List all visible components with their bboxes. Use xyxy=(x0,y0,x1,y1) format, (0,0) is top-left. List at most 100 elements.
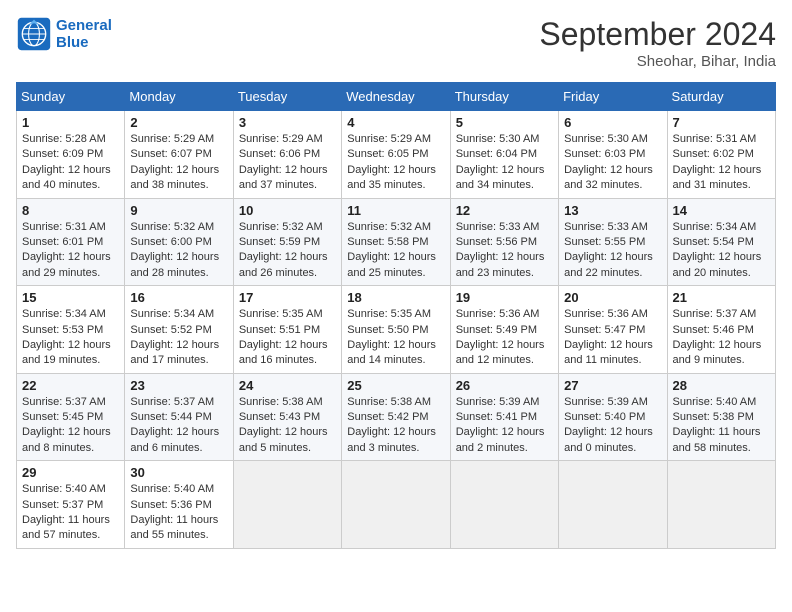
day-info: Sunrise: 5:37 AM Sunset: 5:44 PM Dayligh… xyxy=(130,395,227,457)
table-row: 24 Sunrise: 5:38 AM Sunset: 5:43 PM Dayli… xyxy=(233,373,341,461)
calendar-header-row: Sunday Monday Tuesday Wednesday Thursday… xyxy=(17,83,776,111)
table-row: 1Sunrise: 5:28 AM Sunset: 6:09 PM Daylig… xyxy=(17,111,125,199)
day-number: 15 xyxy=(22,290,119,305)
day-info: Sunrise: 5:29 AM Sunset: 6:05 PM Dayligh… xyxy=(347,132,444,194)
table-row xyxy=(342,461,450,549)
col-friday: Friday xyxy=(559,83,667,111)
table-row: 8 Sunrise: 5:31 AM Sunset: 6:01 PM Daylig… xyxy=(17,198,125,286)
day-number: 3 xyxy=(239,115,336,130)
col-sunday: Sunday xyxy=(17,83,125,111)
day-info: Sunrise: 5:32 AM Sunset: 5:58 PM Dayligh… xyxy=(347,220,444,282)
day-number: 24 xyxy=(239,378,336,393)
day-info: Sunrise: 5:31 AM Sunset: 6:02 PM Dayligh… xyxy=(673,132,770,194)
day-number: 14 xyxy=(673,203,770,218)
day-number: 5 xyxy=(456,115,553,130)
day-info: Sunrise: 5:38 AM Sunset: 5:42 PM Dayligh… xyxy=(347,395,444,457)
table-row xyxy=(450,461,558,549)
day-info: Sunrise: 5:33 AM Sunset: 5:56 PM Dayligh… xyxy=(456,220,553,282)
table-row: 6 Sunrise: 5:30 AM Sunset: 6:03 PM Daylig… xyxy=(559,111,667,199)
day-number: 21 xyxy=(673,290,770,305)
table-row xyxy=(559,461,667,549)
logo-icon xyxy=(16,16,52,52)
day-number: 18 xyxy=(347,290,444,305)
day-info: Sunrise: 5:40 AM Sunset: 5:38 PM Dayligh… xyxy=(673,395,770,457)
day-info: Sunrise: 5:31 AM Sunset: 6:01 PM Dayligh… xyxy=(22,220,119,282)
page-header: General Blue September 2024 Sheohar, Bih… xyxy=(16,16,776,70)
calendar-table: Sunday Monday Tuesday Wednesday Thursday… xyxy=(16,82,776,549)
day-number: 9 xyxy=(130,203,227,218)
location-subtitle: Sheohar, Bihar, India xyxy=(539,53,776,70)
table-row: 23 Sunrise: 5:37 AM Sunset: 5:44 PM Dayli… xyxy=(125,373,233,461)
table-row: 28 Sunrise: 5:40 AM Sunset: 5:38 PM Dayli… xyxy=(667,373,775,461)
day-info: Sunrise: 5:34 AM Sunset: 5:53 PM Dayligh… xyxy=(22,307,119,369)
day-number: 23 xyxy=(130,378,227,393)
col-saturday: Saturday xyxy=(667,83,775,111)
table-row: 4 Sunrise: 5:29 AM Sunset: 6:05 PM Daylig… xyxy=(342,111,450,199)
table-row: 3 Sunrise: 5:29 AM Sunset: 6:06 PM Daylig… xyxy=(233,111,341,199)
calendar-week-row: 22Sunrise: 5:37 AM Sunset: 5:45 PM Dayli… xyxy=(17,373,776,461)
day-info: Sunrise: 5:29 AM Sunset: 6:06 PM Dayligh… xyxy=(239,132,336,194)
day-number: 30 xyxy=(130,465,227,480)
table-row: 29Sunrise: 5:40 AM Sunset: 5:37 PM Dayli… xyxy=(17,461,125,549)
day-info: Sunrise: 5:32 AM Sunset: 5:59 PM Dayligh… xyxy=(239,220,336,282)
day-info: Sunrise: 5:28 AM Sunset: 6:09 PM Dayligh… xyxy=(22,132,119,194)
day-number: 20 xyxy=(564,290,661,305)
day-number: 10 xyxy=(239,203,336,218)
day-number: 2 xyxy=(130,115,227,130)
day-number: 11 xyxy=(347,203,444,218)
day-number: 6 xyxy=(564,115,661,130)
table-row: 19Sunrise: 5:36 AM Sunset: 5:49 PM Dayli… xyxy=(450,286,558,374)
day-info: Sunrise: 5:40 AM Sunset: 5:36 PM Dayligh… xyxy=(130,482,227,544)
table-row: 14 Sunrise: 5:34 AM Sunset: 5:54 PM Dayli… xyxy=(667,198,775,286)
day-number: 8 xyxy=(22,203,119,218)
calendar-week-row: 1Sunrise: 5:28 AM Sunset: 6:09 PM Daylig… xyxy=(17,111,776,199)
day-number: 7 xyxy=(673,115,770,130)
table-row: 21 Sunrise: 5:37 AM Sunset: 5:46 PM Dayli… xyxy=(667,286,775,374)
day-number: 28 xyxy=(673,378,770,393)
title-block: September 2024 Sheohar, Bihar, India xyxy=(539,16,776,70)
col-tuesday: Tuesday xyxy=(233,83,341,111)
day-number: 25 xyxy=(347,378,444,393)
logo: General Blue xyxy=(16,16,112,52)
table-row xyxy=(667,461,775,549)
day-info: Sunrise: 5:39 AM Sunset: 5:40 PM Dayligh… xyxy=(564,395,661,457)
day-info: Sunrise: 5:34 AM Sunset: 5:54 PM Dayligh… xyxy=(673,220,770,282)
calendar-week-row: 29Sunrise: 5:40 AM Sunset: 5:37 PM Dayli… xyxy=(17,461,776,549)
day-info: Sunrise: 5:37 AM Sunset: 5:45 PM Dayligh… xyxy=(22,395,119,457)
month-title: September 2024 xyxy=(539,16,776,53)
table-row xyxy=(233,461,341,549)
col-wednesday: Wednesday xyxy=(342,83,450,111)
table-row: 17Sunrise: 5:35 AM Sunset: 5:51 PM Dayli… xyxy=(233,286,341,374)
day-info: Sunrise: 5:32 AM Sunset: 6:00 PM Dayligh… xyxy=(130,220,227,282)
table-row: 15 Sunrise: 5:34 AM Sunset: 5:53 PM Dayli… xyxy=(17,286,125,374)
table-row: 27Sunrise: 5:39 AM Sunset: 5:40 PM Dayli… xyxy=(559,373,667,461)
logo-text: General Blue xyxy=(56,17,112,51)
table-row: 7 Sunrise: 5:31 AM Sunset: 6:02 PM Daylig… xyxy=(667,111,775,199)
table-row: 25 Sunrise: 5:38 AM Sunset: 5:42 PM Dayli… xyxy=(342,373,450,461)
table-row: 16Sunrise: 5:34 AM Sunset: 5:52 PM Dayli… xyxy=(125,286,233,374)
day-number: 13 xyxy=(564,203,661,218)
table-row: 9 Sunrise: 5:32 AM Sunset: 6:00 PM Daylig… xyxy=(125,198,233,286)
table-row: 5Sunrise: 5:30 AM Sunset: 6:04 PM Daylig… xyxy=(450,111,558,199)
table-row: 20Sunrise: 5:36 AM Sunset: 5:47 PM Dayli… xyxy=(559,286,667,374)
table-row: 30 Sunrise: 5:40 AM Sunset: 5:36 PM Dayli… xyxy=(125,461,233,549)
calendar-week-row: 8 Sunrise: 5:31 AM Sunset: 6:01 PM Daylig… xyxy=(17,198,776,286)
day-info: Sunrise: 5:30 AM Sunset: 6:03 PM Dayligh… xyxy=(564,132,661,194)
day-info: Sunrise: 5:37 AM Sunset: 5:46 PM Dayligh… xyxy=(673,307,770,369)
table-row: 26Sunrise: 5:39 AM Sunset: 5:41 PM Dayli… xyxy=(450,373,558,461)
table-row: 11 Sunrise: 5:32 AM Sunset: 5:58 PM Dayli… xyxy=(342,198,450,286)
day-info: Sunrise: 5:38 AM Sunset: 5:43 PM Dayligh… xyxy=(239,395,336,457)
col-monday: Monday xyxy=(125,83,233,111)
day-info: Sunrise: 5:35 AM Sunset: 5:50 PM Dayligh… xyxy=(347,307,444,369)
col-thursday: Thursday xyxy=(450,83,558,111)
day-number: 26 xyxy=(456,378,553,393)
day-number: 4 xyxy=(347,115,444,130)
day-info: Sunrise: 5:35 AM Sunset: 5:51 PM Dayligh… xyxy=(239,307,336,369)
table-row: 2Sunrise: 5:29 AM Sunset: 6:07 PM Daylig… xyxy=(125,111,233,199)
day-number: 16 xyxy=(130,290,227,305)
table-row: 12Sunrise: 5:33 AM Sunset: 5:56 PM Dayli… xyxy=(450,198,558,286)
table-row: 22Sunrise: 5:37 AM Sunset: 5:45 PM Dayli… xyxy=(17,373,125,461)
table-row: 10 Sunrise: 5:32 AM Sunset: 5:59 PM Dayli… xyxy=(233,198,341,286)
day-info: Sunrise: 5:36 AM Sunset: 5:49 PM Dayligh… xyxy=(456,307,553,369)
table-row: 18 Sunrise: 5:35 AM Sunset: 5:50 PM Dayli… xyxy=(342,286,450,374)
